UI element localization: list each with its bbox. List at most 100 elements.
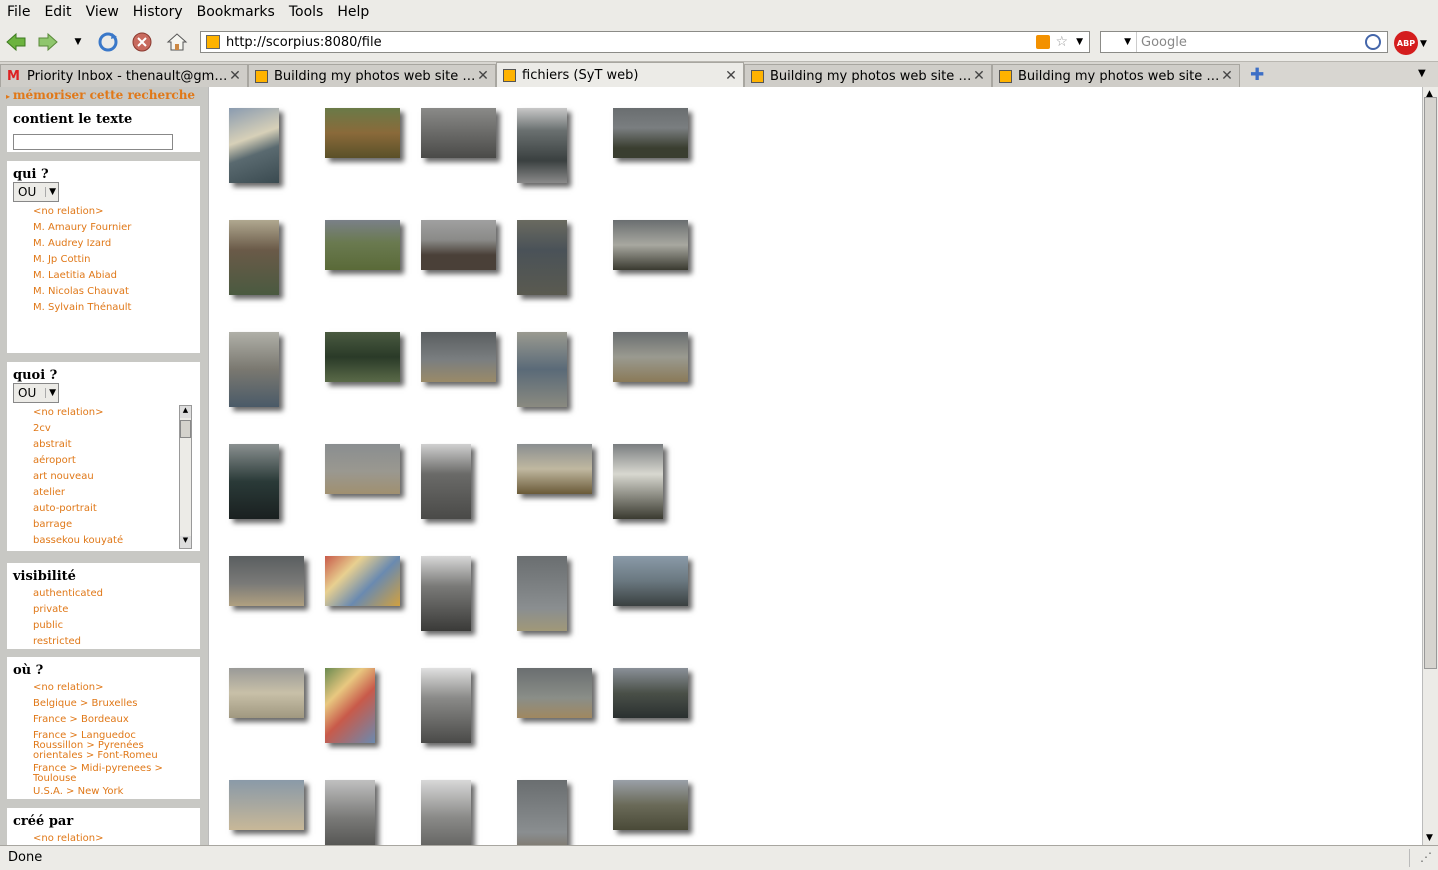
text-filter-input[interactable] xyxy=(13,134,173,150)
scroll-up-icon[interactable]: ▲ xyxy=(180,406,191,418)
forward-button[interactable] xyxy=(36,30,60,54)
resize-grip-icon[interactable]: ⋰ xyxy=(1420,850,1432,864)
url-text[interactable]: http://scorpius:8080/file xyxy=(226,35,1036,50)
photo-thumbnail[interactable] xyxy=(421,444,471,519)
photo-thumbnail[interactable] xyxy=(517,780,567,845)
rss-feed-icon[interactable] xyxy=(1035,35,1050,49)
photo-thumbnail[interactable] xyxy=(325,668,375,743)
photo-thumbnail[interactable] xyxy=(229,780,304,830)
photo-thumbnail[interactable] xyxy=(325,780,375,845)
qui-item[interactable]: M. Audrey Izard xyxy=(7,236,200,252)
search-box[interactable]: ▼ Google xyxy=(1100,31,1388,53)
photo-thumbnail[interactable] xyxy=(613,220,688,270)
tab-building-photos-2[interactable]: Building my photos web site … ✕ xyxy=(744,64,992,87)
quoi-item[interactable]: bassekou kouyaté xyxy=(7,533,177,549)
adblock-dropdown-icon[interactable]: ▼ xyxy=(1420,39,1427,49)
photo-thumbnail[interactable] xyxy=(421,108,496,158)
visibilite-item[interactable]: private xyxy=(7,602,200,618)
url-bar[interactable]: http://scorpius:8080/file ☆ ▼ xyxy=(200,31,1090,53)
photo-thumbnail[interactable] xyxy=(229,668,304,718)
ou-item[interactable]: U.S.A. > New York xyxy=(7,784,200,800)
tab-list-dropdown-icon[interactable]: ▼ xyxy=(1418,68,1426,79)
photo-thumbnail[interactable] xyxy=(421,780,471,845)
photo-thumbnail[interactable] xyxy=(421,332,496,382)
photo-thumbnail[interactable] xyxy=(613,332,688,382)
close-tab-icon[interactable]: ✕ xyxy=(971,68,987,84)
visibilite-item[interactable]: restricted xyxy=(7,634,200,650)
quoi-item[interactable]: 2cv xyxy=(7,421,177,437)
close-tab-icon[interactable]: ✕ xyxy=(475,68,491,84)
qui-item[interactable]: M. Nicolas Chauvat xyxy=(7,284,200,300)
page-scroll-thumb[interactable] xyxy=(1424,97,1437,669)
close-tab-icon[interactable]: ✕ xyxy=(723,68,739,84)
quoi-item[interactable]: <no relation> xyxy=(7,405,177,421)
photo-thumbnail[interactable] xyxy=(325,444,400,494)
close-tab-icon[interactable]: ✕ xyxy=(1219,68,1235,84)
reload-button[interactable] xyxy=(96,30,120,54)
photo-thumbnail[interactable] xyxy=(421,220,496,270)
menu-tools[interactable]: Tools xyxy=(282,4,331,20)
visibilite-item[interactable]: public xyxy=(7,618,200,634)
bookmark-star-icon[interactable]: ☆ xyxy=(1056,34,1069,50)
ou-item[interactable]: <no relation> xyxy=(7,680,200,696)
quoi-item[interactable]: atelier xyxy=(7,485,177,501)
photo-thumbnail[interactable] xyxy=(613,780,688,830)
new-tab-plus-icon[interactable]: ✚ xyxy=(1250,65,1264,85)
menu-bookmarks[interactable]: Bookmarks xyxy=(190,4,282,20)
search-input[interactable]: Google xyxy=(1137,35,1365,50)
photo-thumbnail[interactable] xyxy=(517,668,592,718)
photo-thumbnail[interactable] xyxy=(517,220,567,295)
qui-item[interactable]: M. Amaury Fournier xyxy=(7,220,200,236)
save-search-link[interactable]: ▸ mémoriser cette recherche xyxy=(6,88,195,102)
scroll-thumb[interactable] xyxy=(180,420,191,438)
photo-thumbnail[interactable] xyxy=(421,668,471,743)
quoi-scrollbar[interactable]: ▲ ▼ xyxy=(179,405,192,549)
quoi-operator-select[interactable]: OU ▼ xyxy=(13,383,59,403)
photo-thumbnail[interactable] xyxy=(517,108,567,183)
scroll-down-icon[interactable]: ▼ xyxy=(180,536,191,548)
qui-item[interactable]: M. Jp Cottin xyxy=(7,252,200,268)
home-button[interactable] xyxy=(165,30,189,54)
close-tab-icon[interactable]: ✕ xyxy=(227,68,243,84)
scroll-down-icon[interactable]: ▼ xyxy=(1426,833,1433,843)
back-button[interactable] xyxy=(4,30,28,54)
photo-thumbnail[interactable] xyxy=(325,220,400,270)
ou-item[interactable]: France > Languedoc Roussillon > Pyrenées… xyxy=(7,728,200,761)
photo-thumbnail[interactable] xyxy=(229,332,279,407)
photo-thumbnail[interactable] xyxy=(421,556,471,631)
page-scrollbar[interactable]: ▲ ▼ xyxy=(1422,87,1438,845)
qui-item[interactable]: M. Laetitia Abiad xyxy=(7,268,200,284)
visibilite-item[interactable]: authenticated xyxy=(7,586,200,602)
tab-building-photos-3[interactable]: Building my photos web site … ✕ xyxy=(992,64,1240,87)
photo-thumbnail[interactable] xyxy=(517,556,567,631)
photo-thumbnail[interactable] xyxy=(229,444,279,519)
search-engine-dropdown[interactable]: ▼ xyxy=(1101,32,1137,52)
photo-thumbnail[interactable] xyxy=(517,332,567,407)
stop-button[interactable] xyxy=(130,30,154,54)
tab-priority-inbox[interactable]: M Priority Inbox - thenault@gm… ✕ xyxy=(0,64,248,87)
ou-item[interactable]: Belgique > Bruxelles xyxy=(7,696,200,712)
cree-par-item[interactable]: <no relation> xyxy=(7,831,200,845)
menu-file[interactable]: File xyxy=(0,4,37,20)
tab-fichiers[interactable]: fichiers (SyT web) ✕ xyxy=(496,62,744,88)
menu-history[interactable]: History xyxy=(126,4,190,20)
quoi-item[interactable]: art nouveau xyxy=(7,469,177,485)
url-history-dropdown-icon[interactable]: ▼ xyxy=(1076,37,1083,47)
qui-item[interactable]: M. Sylvain Thénault xyxy=(7,300,200,316)
photo-thumbnail[interactable] xyxy=(613,556,688,606)
photo-thumbnail[interactable] xyxy=(229,556,304,606)
menu-view[interactable]: View xyxy=(79,4,126,20)
menu-help[interactable]: Help xyxy=(330,4,376,20)
quoi-item[interactable]: auto-portrait xyxy=(7,501,177,517)
quoi-item[interactable]: aéroport xyxy=(7,453,177,469)
photo-thumbnail[interactable] xyxy=(325,556,400,606)
quoi-item[interactable]: barrage xyxy=(7,517,177,533)
photo-thumbnail[interactable] xyxy=(229,220,279,295)
photo-thumbnail[interactable] xyxy=(229,108,279,183)
qui-item[interactable]: <no relation> xyxy=(7,204,200,220)
quoi-item[interactable]: abstrait xyxy=(7,437,177,453)
photo-thumbnail[interactable] xyxy=(325,108,400,158)
photo-thumbnail[interactable] xyxy=(517,444,592,494)
search-icon[interactable] xyxy=(1365,34,1381,50)
menu-edit[interactable]: Edit xyxy=(37,4,78,20)
